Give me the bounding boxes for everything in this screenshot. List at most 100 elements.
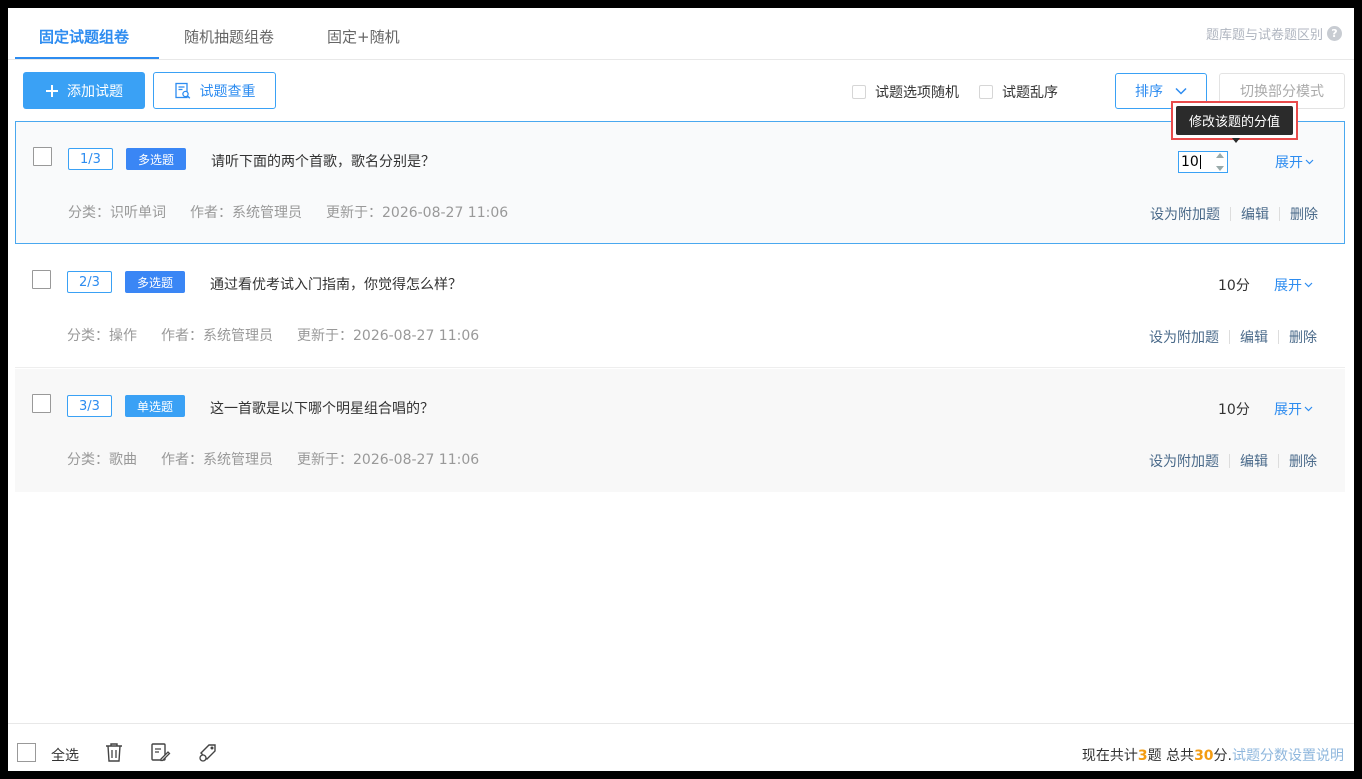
divider	[1229, 454, 1230, 468]
question-category: 分类：歌曲	[67, 452, 137, 468]
sort-label: 排序	[1135, 84, 1163, 100]
question-meta: 分类：操作 作者：系统管理员 更新于：2026-08-27 11:06	[67, 325, 479, 345]
add-question-label: 添加试题	[67, 83, 123, 100]
question-updated: 更新于：2026-08-27 11:06	[297, 328, 480, 344]
expand-button[interactable]: 展开	[1275, 152, 1314, 172]
chevron-down-icon	[1175, 87, 1187, 95]
question-actions: 设为附加题 编辑 删除	[1150, 204, 1318, 224]
chevron-down-icon	[1304, 406, 1313, 412]
question-text: 请听下面的两个首歌，歌名分别是？	[211, 154, 435, 170]
question-author: 作者：系统管理员	[161, 452, 273, 468]
tooltip-arrow	[1232, 138, 1240, 143]
divider	[1278, 454, 1279, 468]
active-tab-indicator	[15, 57, 159, 59]
dedupe-label: 试题查重	[199, 83, 256, 100]
edit-button[interactable]: 编辑	[1241, 204, 1269, 224]
set-bonus-button[interactable]: 设为附加题	[1149, 327, 1219, 347]
edit-button[interactable]: 编辑	[1240, 327, 1268, 347]
random-options-checkbox[interactable]	[852, 85, 866, 99]
expand-button[interactable]: 展开	[1274, 275, 1313, 295]
delete-button[interactable]: 删除	[1289, 327, 1317, 347]
question-meta: 分类：识听单词 作者：系统管理员 更新于：2026-08-27 11:06	[68, 202, 508, 222]
question-actions: 设为附加题 编辑 删除	[1149, 327, 1317, 347]
divider	[1229, 330, 1230, 344]
question-author: 作者：系统管理员	[190, 205, 302, 221]
text-cursor	[1199, 155, 1201, 169]
score-help-link[interactable]: 试题分数设置说明	[1232, 748, 1344, 764]
question-updated: 更新于：2026-08-27 11:06	[297, 452, 480, 468]
set-bonus-button[interactable]: 设为附加题	[1150, 204, 1220, 224]
switch-mode-label: 切换部分模式	[1240, 84, 1324, 100]
divider	[1278, 330, 1279, 344]
divider	[1279, 207, 1280, 221]
score-tooltip: 修改该题的分值	[1176, 106, 1293, 135]
question-checkbox[interactable]	[32, 270, 51, 289]
chevron-down-icon	[1305, 159, 1314, 165]
question-category: 分类：识听单词	[68, 205, 166, 221]
question-index: 2/3	[67, 271, 112, 293]
question-type-badge: 多选题	[125, 271, 185, 293]
question-count: 3	[1137, 748, 1148, 764]
edit-button[interactable]: 编辑	[1240, 451, 1268, 471]
question-index: 1/3	[68, 148, 113, 170]
question-meta: 分类：歌曲 作者：系统管理员 更新于：2026-08-27 11:06	[67, 449, 479, 469]
score-input-value: 10	[1181, 154, 1199, 170]
question-type-badge: 单选题	[125, 395, 185, 417]
score-summary: 现在共计3题 总共30分.试题分数设置说明	[1082, 745, 1344, 765]
question-category: 分类：操作	[67, 328, 137, 344]
spin-up-icon[interactable]	[1216, 153, 1224, 158]
dedupe-button[interactable]: 试题查重	[153, 72, 276, 109]
edit-score-icon[interactable]	[149, 741, 171, 763]
delete-button[interactable]: 删除	[1290, 204, 1318, 224]
question-card-2: 2/3 多选题 通过看优考试入门指南，你觉得怎么样？ 分类：操作 作者：系统管理…	[15, 245, 1345, 368]
question-card-3: 3/3 单选题 这一首歌是以下哪个明星组合唱的？ 分类：歌曲 作者：系统管理员 …	[15, 369, 1345, 492]
question-checkbox[interactable]	[32, 394, 51, 413]
question-text: 通过看优考试入门指南，你觉得怎么样？	[210, 277, 462, 293]
shuffle-checkbox[interactable]	[979, 85, 993, 99]
select-all-label[interactable]: 全选	[51, 745, 79, 765]
tag-icon[interactable]	[197, 741, 219, 763]
random-options-label: 试题选项随机	[875, 85, 959, 101]
exam-builder-window: 固定试题组卷 随机抽题组卷 固定+随机 题库题与试卷题区别 ? 添加试题 试题查…	[8, 8, 1354, 771]
total-unit: 分.	[1213, 748, 1232, 764]
question-score[interactable]: 10分	[1218, 399, 1250, 419]
help-link-label: 题库题与试卷题区别	[1205, 28, 1323, 43]
shuffle-toggle[interactable]: 试题乱序	[979, 82, 1058, 102]
trash-icon[interactable]	[103, 741, 125, 763]
tab-fixed-random[interactable]: 固定+随机	[327, 26, 400, 47]
set-bonus-button[interactable]: 设为附加题	[1149, 451, 1219, 471]
footer-bar: 全选 现在共计3题 总共30分.试题分数设置说明	[8, 723, 1354, 771]
chevron-down-icon	[1304, 282, 1313, 288]
random-options-toggle[interactable]: 试题选项随机	[852, 82, 959, 102]
tooltip-highlight: 修改该题的分值	[1171, 101, 1298, 143]
divider	[1230, 207, 1231, 221]
tab-bar: 固定试题组卷 随机抽题组卷 固定+随机 题库题与试卷题区别 ?	[8, 8, 1354, 60]
expand-label: 展开	[1274, 278, 1302, 294]
help-link[interactable]: 题库题与试卷题区别 ?	[1206, 24, 1342, 43]
tab-fixed[interactable]: 固定试题组卷	[39, 26, 129, 47]
shuffle-label: 试题乱序	[1002, 85, 1058, 101]
question-score[interactable]: 10分	[1218, 275, 1250, 295]
spin-down-icon[interactable]	[1216, 166, 1224, 171]
question-circle-icon: ?	[1327, 26, 1342, 41]
total-score: 30	[1194, 748, 1214, 764]
document-search-icon	[174, 82, 190, 99]
score-input[interactable]: 10	[1178, 151, 1228, 173]
question-actions: 设为附加题 编辑 删除	[1149, 451, 1317, 471]
question-card-1: 1/3 多选题 请听下面的两个首歌，歌名分别是？ 分类：识听单词 作者：系统管理…	[15, 121, 1345, 244]
add-question-button[interactable]: 添加试题	[23, 72, 145, 109]
score-spinner[interactable]	[1215, 153, 1225, 171]
expand-label: 展开	[1275, 155, 1303, 171]
question-checkbox[interactable]	[33, 147, 52, 166]
select-all-checkbox[interactable]	[17, 743, 36, 762]
question-updated: 更新于：2026-08-27 11:06	[326, 205, 509, 221]
tab-random[interactable]: 随机抽题组卷	[184, 26, 274, 47]
expand-button[interactable]: 展开	[1274, 399, 1313, 419]
question-index: 3/3	[67, 395, 112, 417]
question-text: 这一首歌是以下哪个明星组合唱的？	[210, 401, 434, 417]
expand-label: 展开	[1274, 402, 1302, 418]
question-type-badge: 多选题	[126, 148, 186, 170]
count-unit: 题 总共	[1147, 748, 1195, 764]
delete-button[interactable]: 删除	[1289, 451, 1317, 471]
plus-icon	[46, 84, 58, 97]
